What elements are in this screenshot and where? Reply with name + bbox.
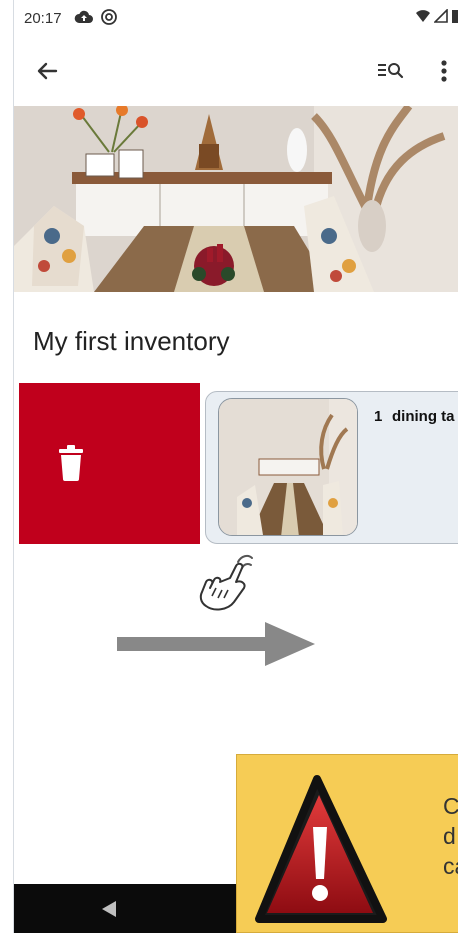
wifi-icon — [416, 10, 430, 22]
warning-icon — [255, 775, 387, 923]
trash-icon[interactable] — [57, 445, 85, 481]
at-sign-icon — [101, 9, 117, 25]
status-icons-left — [74, 9, 117, 25]
inventory-title: My first inventory — [33, 326, 230, 356]
left-edge — [0, 0, 14, 933]
app-bar — [14, 36, 458, 106]
phone-screen: 20:17 My first inventory 1 dining ta C d… — [14, 0, 458, 933]
signal-icon — [434, 9, 448, 23]
item-name: dining ta — [392, 408, 455, 425]
warning-text-line: d — [443, 823, 456, 849]
cloud-upload-icon — [74, 10, 93, 23]
inventory-hero-image — [14, 106, 458, 292]
warning-text-line: ca — [443, 853, 458, 879]
arrow-back-icon[interactable] — [32, 56, 62, 86]
delete-swipe-background[interactable] — [19, 383, 200, 544]
battery-icon — [452, 10, 458, 23]
warning-banner: C d ca — [236, 754, 458, 933]
item-thumbnail — [218, 398, 358, 536]
warning-text-line: C — [443, 793, 458, 819]
search-list-icon[interactable] — [376, 58, 406, 84]
swipe-hand-icon — [199, 554, 253, 611]
status-icons-right — [416, 9, 458, 23]
warning-text: C d ca — [443, 791, 458, 881]
status-bar: 20:17 — [14, 0, 458, 36]
status-time: 20:17 — [24, 10, 62, 27]
item-quantity: 1 — [374, 408, 383, 425]
more-vert-icon[interactable] — [434, 56, 454, 86]
swipe-right-arrow-icon — [117, 622, 315, 666]
nav-back-icon[interactable] — [100, 900, 118, 918]
inventory-item-card[interactable]: 1 dining ta — [205, 391, 458, 544]
